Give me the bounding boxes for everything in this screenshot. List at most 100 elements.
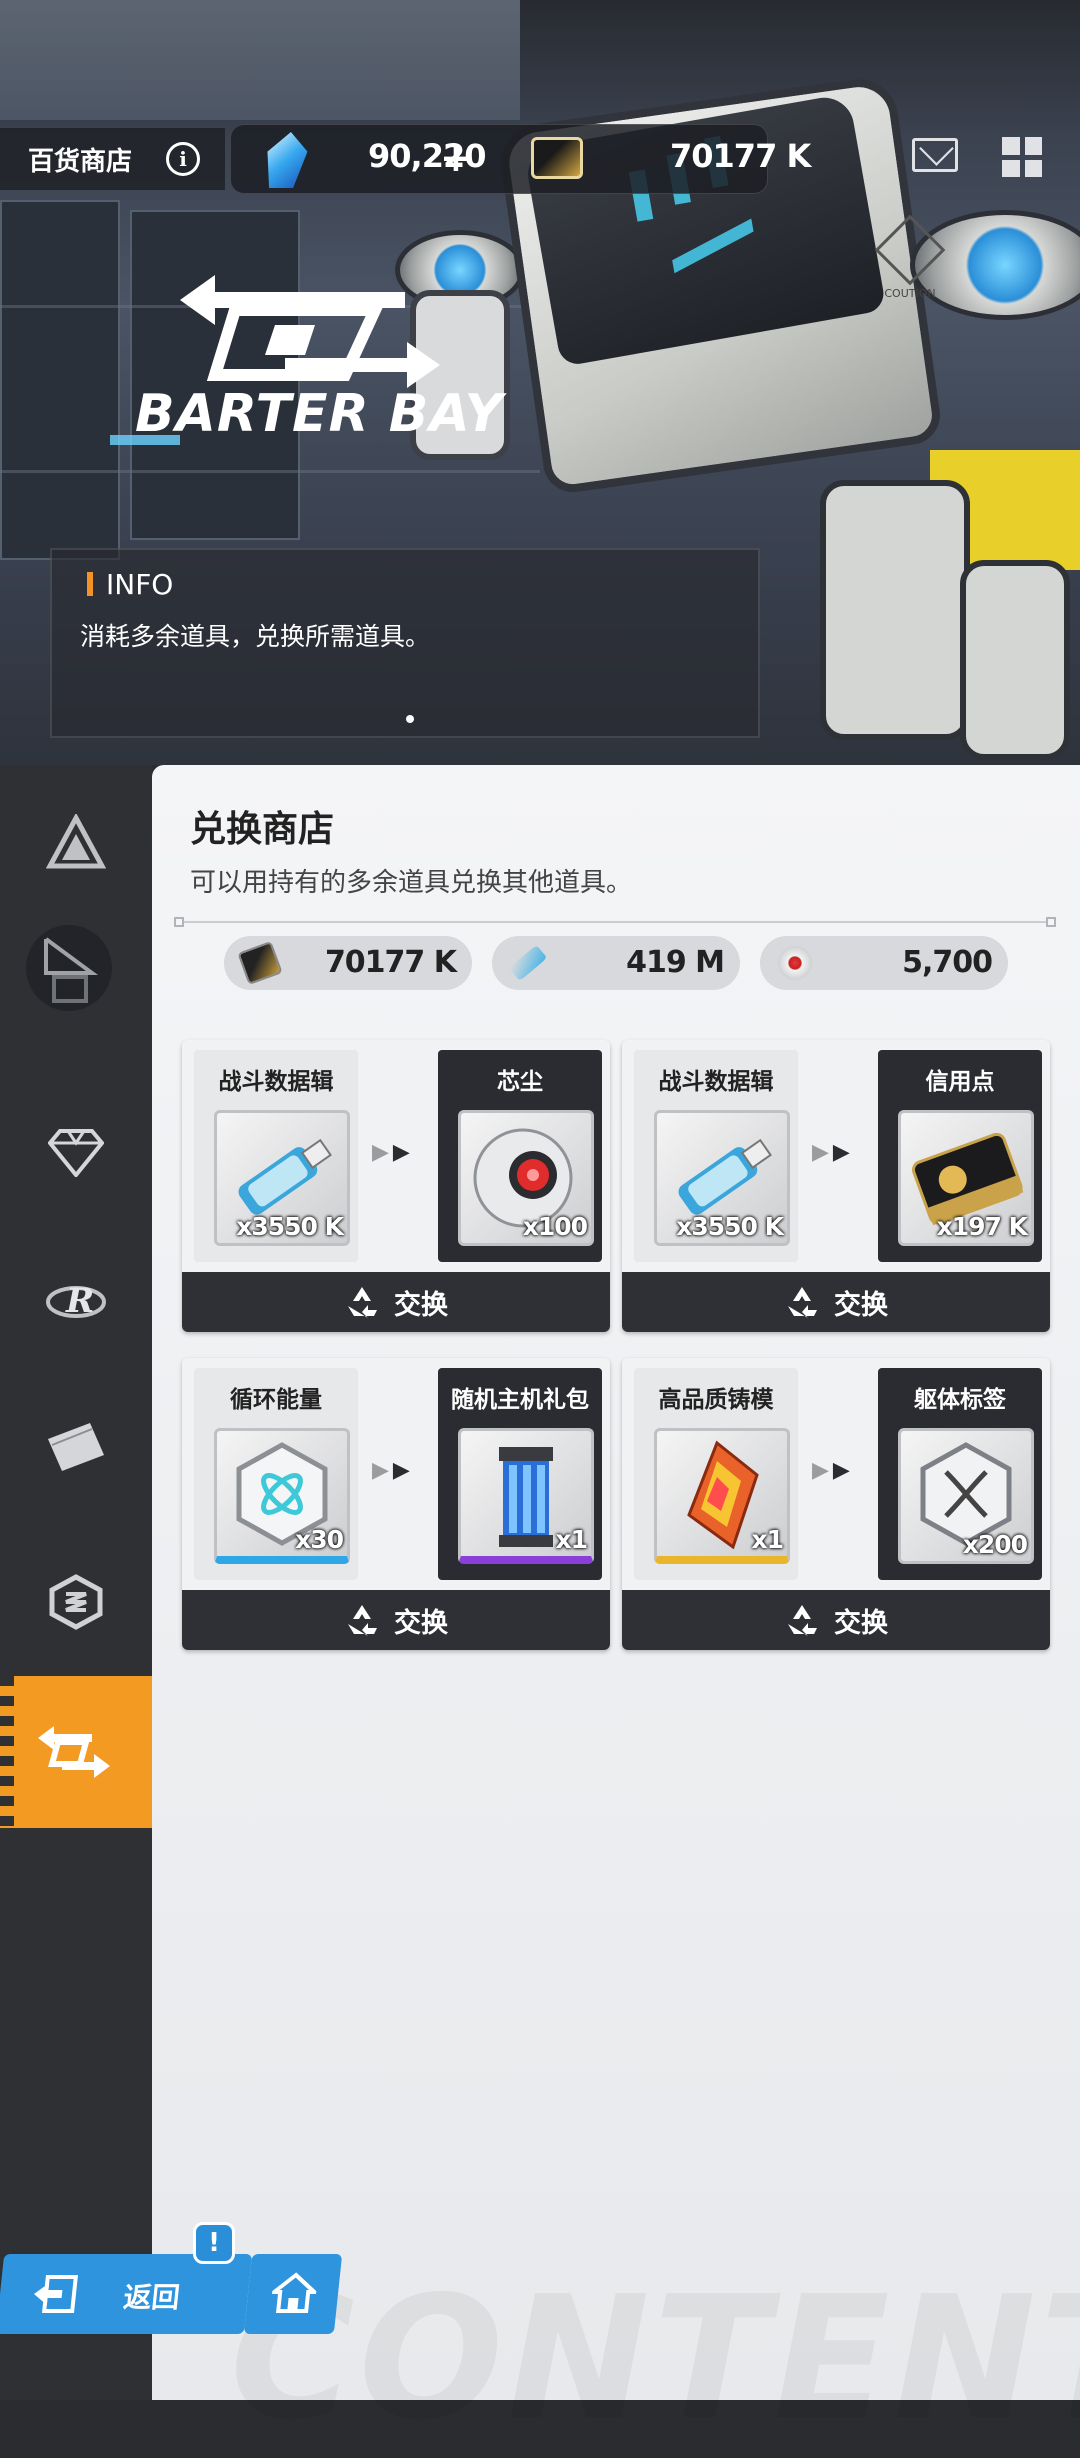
- recycle-icon: [788, 1287, 817, 1318]
- shop-subtitle: 可以用持有的多余道具兑换其他道具。: [190, 868, 633, 898]
- exchange-label: 交换: [394, 1289, 448, 1321]
- hexagon-icon: [49, 1574, 103, 1630]
- home-icon: [269, 2272, 319, 2313]
- give-label: 循环能量: [230, 1387, 322, 1413]
- currency-credits: 70177 K: [224, 936, 472, 990]
- trade-get: 芯尘 x100: [438, 1050, 602, 1262]
- item-tile[interactable]: x200: [898, 1428, 1034, 1564]
- item-tile[interactable]: x1: [458, 1428, 594, 1564]
- exchange-button[interactable]: 交换: [622, 1272, 1050, 1332]
- item-tile[interactable]: x3550 K: [214, 1110, 350, 1246]
- recycle-icon: [348, 1605, 377, 1636]
- arrow-icon: ▶▶: [372, 1140, 414, 1165]
- notification-badge: !: [193, 2222, 235, 2264]
- credit-card-icon: [531, 137, 583, 179]
- arrow-icon: ▶▶: [812, 1140, 854, 1165]
- watermark-text: CONTENT: [230, 2260, 1080, 2458]
- menu-grid-icon[interactable]: [1002, 137, 1042, 177]
- gift-box-icon: [44, 937, 99, 1003]
- info-accent-bar: [87, 572, 93, 596]
- trade-get: 随机主机礼包 x1: [438, 1368, 602, 1580]
- exchange-button[interactable]: 交换: [182, 1590, 610, 1650]
- caution-sign: COUTION: [860, 214, 960, 355]
- trade-give: 高品质铸模 x1: [634, 1368, 798, 1580]
- add-gems-button[interactable]: +: [440, 136, 472, 180]
- trade-give: 战斗数据辑 x3550 K: [194, 1050, 358, 1262]
- back-button[interactable]: 返回: [0, 2254, 253, 2334]
- ticket-icon: [48, 1423, 104, 1471]
- get-label: 信用点: [925, 1069, 995, 1095]
- trade-get: 躯体标签 x200: [878, 1368, 1042, 1580]
- item-quantity: x30: [295, 1525, 344, 1554]
- trade-give: 循环能量 x30: [194, 1368, 358, 1580]
- sidebar-item-hex[interactable]: [44, 1570, 108, 1634]
- home-button[interactable]: [243, 2254, 343, 2334]
- item-tile[interactable]: x100: [458, 1110, 594, 1246]
- divider: [178, 921, 1056, 923]
- currency-value: 419 M: [626, 945, 725, 980]
- data-usb-icon: [508, 944, 548, 982]
- exchange-button[interactable]: 交换: [622, 1590, 1050, 1650]
- arrow-icon: ▶▶: [372, 1458, 414, 1483]
- credit-count: 70177 K: [670, 137, 811, 175]
- page-title: 百货商店: [28, 146, 133, 177]
- sidebar-item-recruit[interactable]: R: [44, 1268, 108, 1332]
- barter-bay-logo: BARTER BAY: [135, 384, 504, 444]
- trade-card: 战斗数据辑 x3550 K ▶▶ 芯尘 x100 交换: [182, 1040, 610, 1332]
- exchange-label: 交换: [834, 1289, 888, 1321]
- sidebar-item-gift[interactable]: [26, 925, 112, 1011]
- give-label: 高品质铸模: [658, 1387, 774, 1413]
- recycle-icon: [348, 1287, 377, 1318]
- svg-text:R: R: [65, 1281, 94, 1321]
- core-dust-icon: [778, 946, 812, 980]
- trade-get: 信用点 x197 K: [878, 1050, 1042, 1262]
- currency-core-dust: 5,700: [760, 936, 1008, 990]
- item-tile[interactable]: x3550 K: [654, 1110, 790, 1246]
- currency-value: 70177 K: [324, 945, 457, 980]
- item-tile[interactable]: x30: [214, 1428, 350, 1564]
- barter-icon: [38, 1726, 110, 1778]
- info-icon[interactable]: i: [166, 142, 200, 176]
- divider-end: [1046, 917, 1056, 927]
- barter-bay-logo-icon: [180, 275, 440, 388]
- currency-data: 419 M: [492, 936, 740, 990]
- visor-glow: [672, 218, 754, 274]
- info-description: 消耗多余道具，兑换所需道具。: [80, 622, 431, 651]
- recycle-icon: [788, 1605, 817, 1636]
- robot-leg: [820, 480, 970, 740]
- exit-icon: [34, 2275, 78, 2313]
- sidebar-item-general[interactable]: [44, 810, 108, 874]
- exchange-label: 交换: [394, 1607, 448, 1639]
- give-label: 战斗数据辑: [658, 1069, 774, 1095]
- currency-value: 5,700: [902, 945, 993, 980]
- item-quantity: x1: [751, 1525, 784, 1554]
- trade-card: 战斗数据辑 x3550 K ▶▶ 信用点 x197 K 交换: [622, 1040, 1050, 1332]
- exchange-button[interactable]: 交换: [182, 1272, 610, 1332]
- get-label: 芯尘: [497, 1069, 543, 1095]
- carousel-dot[interactable]: [406, 715, 414, 723]
- item-quantity: x200: [962, 1530, 1028, 1559]
- shop-title: 兑换商店: [190, 809, 335, 850]
- info-title: INFO: [106, 568, 174, 601]
- sidebar-item-barter[interactable]: [0, 1676, 168, 1828]
- mail-icon[interactable]: [912, 138, 958, 172]
- item-tile[interactable]: x1: [654, 1428, 790, 1564]
- back-label: 返回: [121, 2281, 182, 2314]
- robot-leg: [960, 560, 1070, 760]
- divider-end: [174, 917, 184, 927]
- item-quantity: x3550 K: [236, 1212, 344, 1241]
- sidebar-item-gems[interactable]: [44, 1120, 108, 1184]
- sidebar-item-tickets[interactable]: [44, 1415, 108, 1479]
- item-tile[interactable]: x197 K: [898, 1110, 1034, 1246]
- bg-ceiling: [0, 0, 520, 120]
- item-quantity: x197 K: [936, 1212, 1028, 1241]
- exchange-label: 交换: [834, 1607, 888, 1639]
- get-label: 躯体标签: [914, 1387, 1006, 1413]
- give-label: 战斗数据辑: [218, 1069, 334, 1095]
- diamond-icon: [48, 1129, 104, 1177]
- item-quantity: x1: [555, 1525, 588, 1554]
- bg-rack: [0, 200, 120, 560]
- trade-give: 战斗数据辑 x3550 K: [634, 1050, 798, 1262]
- get-label: 随机主机礼包: [451, 1387, 589, 1413]
- r-logo-icon: R: [46, 1281, 106, 1321]
